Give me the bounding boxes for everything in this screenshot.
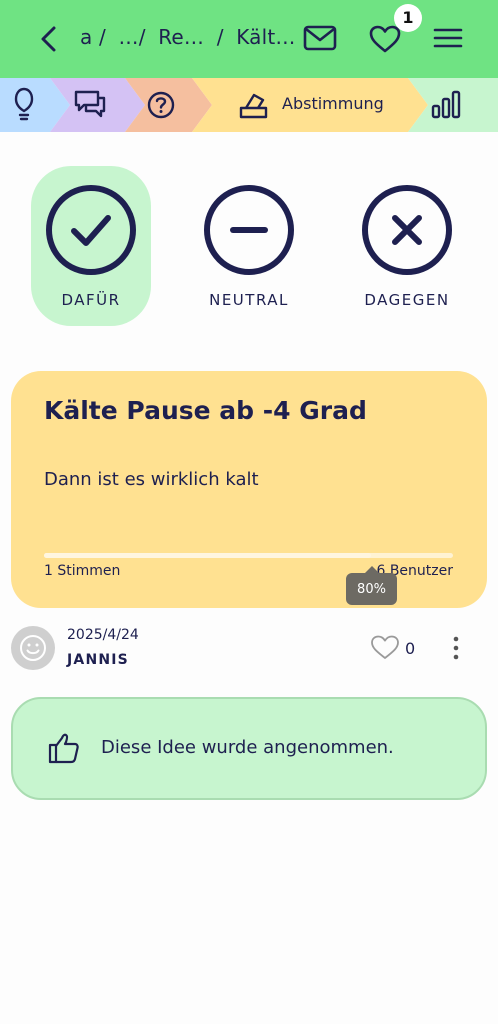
vote-for-button[interactable]: DAFÜR [31, 166, 151, 326]
x-circle-icon [362, 185, 452, 275]
avatar[interactable] [11, 626, 55, 670]
more-options-icon[interactable] [446, 634, 466, 662]
idea-status-banner: Diese Idee wurde angenommen. [11, 697, 487, 800]
phase-voting-label: Abstimmung [282, 94, 384, 113]
breadcrumb-item[interactable]: a / [80, 25, 106, 49]
favorites-heart-icon[interactable] [369, 24, 401, 54]
vote-against-button[interactable]: DAGEGEN [347, 166, 467, 326]
minus-circle-icon [204, 185, 294, 275]
check-circle-icon [46, 185, 136, 275]
smiley-avatar-icon [20, 635, 46, 661]
breadcrumb-item[interactable]: Re… [158, 25, 204, 49]
notification-badge: 1 [394, 4, 422, 32]
vote-progress-bar [44, 553, 453, 558]
top-app-bar: a / …/ Re… / Kält… 1 [0, 0, 498, 78]
vote-neutral-button[interactable]: NEUTRAL [189, 166, 309, 326]
progress-tooltip: 80% [346, 566, 397, 605]
back-icon[interactable] [36, 22, 64, 56]
breadcrumb-item[interactable]: …/ [119, 25, 146, 49]
vote-against-label: DAGEGEN [364, 291, 450, 309]
like-count: 0 [405, 639, 416, 658]
breadcrumb: a / …/ Re… / Kält… [80, 25, 302, 49]
mail-icon[interactable] [303, 24, 337, 52]
author-name: JANNIS [67, 652, 129, 668]
vote-for-label: DAFÜR [61, 291, 121, 309]
phase-navigation [0, 78, 498, 132]
vote-count: 1 Stimmen [44, 563, 121, 579]
like-heart-icon[interactable] [370, 633, 400, 661]
vote-progress-fill [44, 553, 372, 558]
idea-card: Kälte Pause ab -4 Grad Dann ist es wirkl… [11, 371, 487, 608]
thumbs-up-icon [48, 733, 79, 764]
vote-neutral-label: NEUTRAL [209, 291, 289, 309]
post-date: 2025/4/24 [67, 627, 139, 643]
breadcrumb-separator: / [216, 25, 224, 49]
breadcrumb-item[interactable]: Kält… [236, 25, 295, 49]
idea-title: Kälte Pause ab -4 Grad [44, 396, 367, 425]
idea-description: Dann ist es wirklich kalt [44, 469, 259, 490]
hamburger-menu-icon[interactable] [433, 26, 463, 50]
idea-status-text: Diese Idee wurde angenommen. [101, 737, 394, 758]
